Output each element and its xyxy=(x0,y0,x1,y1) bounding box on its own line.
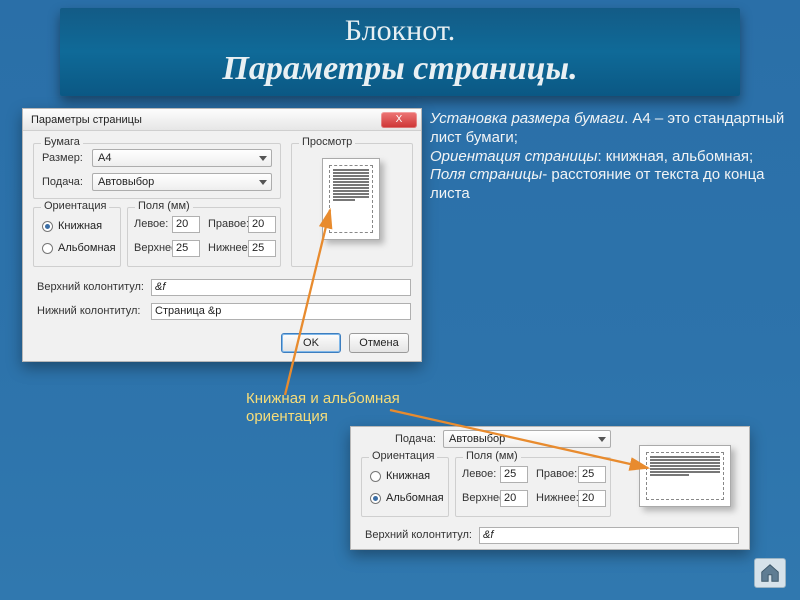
close-icon: X xyxy=(396,114,403,125)
orient-portrait-label-2: Книжная xyxy=(386,470,430,482)
orient-legend-1: Ориентация xyxy=(41,200,109,212)
footer-label-1: Нижний колонтитул: xyxy=(37,305,141,317)
feed-label: Подача: xyxy=(42,176,83,188)
left-input-1[interactable]: 20 xyxy=(172,216,200,233)
right-input-2[interactable]: 25 xyxy=(578,466,606,483)
orient-landscape-label-2: Альбомная xyxy=(386,492,444,504)
right-label-1: Правое: xyxy=(208,218,249,230)
preview-page-portrait xyxy=(322,158,380,240)
footer-input-1[interactable]: Страница &p xyxy=(151,303,411,320)
desc-2-em: Ориентация страницы xyxy=(430,148,597,165)
desc-2-rest: : книжная, альбомная; xyxy=(597,148,753,165)
preview-legend-1: Просмотр xyxy=(299,136,355,148)
orient-portrait-radio-1[interactable]: Книжная xyxy=(42,220,102,232)
size-label: Размер: xyxy=(42,152,83,164)
banner-title-2: Параметры страницы. xyxy=(60,49,740,88)
size-combo[interactable]: A4 xyxy=(92,149,272,167)
preview-inner-2 xyxy=(646,452,724,500)
top-input-2[interactable]: 20 xyxy=(500,490,528,507)
preview-page-landscape xyxy=(639,445,731,507)
orientation-group-1: Ориентация Книжная Альбомная xyxy=(33,207,121,267)
orient-portrait-label: Книжная xyxy=(58,220,102,232)
feed-value: Автовыбор xyxy=(98,176,154,188)
page-setup-dialog-1: Параметры страницы X Бумага Размер: A4 П… xyxy=(22,108,422,362)
paper-legend: Бумага xyxy=(41,136,83,148)
orient-landscape-radio-1[interactable]: Альбомная xyxy=(42,242,116,254)
ok-button[interactable]: OK xyxy=(281,333,341,353)
size-value: A4 xyxy=(98,152,111,164)
orientation-group-2: Ориентация Книжная Альбомная xyxy=(361,457,449,517)
preview-inner xyxy=(329,165,373,233)
page-setup-dialog-2: Подача: Автовыбор Ориентация Книжная Аль… xyxy=(350,426,750,550)
bottom-input-1[interactable]: 25 xyxy=(248,240,276,257)
radio-dot-icon xyxy=(42,243,53,254)
orient-landscape-radio-2[interactable]: Альбомная xyxy=(370,492,444,504)
banner-title-1: Блокнот. xyxy=(60,14,740,49)
orient-portrait-radio-2[interactable]: Книжная xyxy=(370,470,430,482)
dialog-title: Параметры страницы xyxy=(31,114,142,126)
home-icon xyxy=(759,562,781,584)
header-label-2: Верхний колонтитул: xyxy=(365,529,472,541)
anno-line-2: ориентация xyxy=(246,408,456,426)
orient-legend-2: Ориентация xyxy=(369,450,437,462)
radio-dot-icon xyxy=(42,221,53,232)
feed-label-2: Подача: xyxy=(395,433,436,445)
bottom-input-2[interactable]: 20 xyxy=(578,490,606,507)
margins-legend-1: Поля (мм) xyxy=(135,200,193,212)
header-label-1: Верхний колонтитул: xyxy=(37,281,144,293)
preview-group-1: Просмотр xyxy=(291,143,413,267)
close-button[interactable]: X xyxy=(381,112,417,128)
bottom-label-1: Нижнее: xyxy=(208,242,251,254)
right-label-2: Правое: xyxy=(536,468,577,480)
desc-1-em: Установка размера бумаги xyxy=(430,110,624,127)
left-label-1: Левое: xyxy=(134,218,168,230)
cancel-button[interactable]: Отмена xyxy=(349,333,409,353)
radio-dot-icon xyxy=(370,471,381,482)
paper-group: Бумага Размер: A4 Подача: Автовыбор xyxy=(33,143,281,199)
slide-title-banner: Блокнот. Параметры страницы. xyxy=(60,8,740,96)
margins-group-1: Поля (мм) Левое: 20 Правое: 20 Верхнее: … xyxy=(127,207,281,267)
desc-3-em: Поля страницы xyxy=(430,166,542,183)
orientation-annotation: Книжная и альбомная ориентация xyxy=(246,390,456,426)
margins-group-2: Поля (мм) Левое: 25 Правое: 25 Верхнее: … xyxy=(455,457,611,517)
right-input-1[interactable]: 20 xyxy=(248,216,276,233)
bottom-label-2: Нижнее: xyxy=(536,492,579,504)
anno-line-1: Книжная и альбомная xyxy=(246,390,456,408)
header-input-1[interactable]: &f xyxy=(151,279,411,296)
feed-combo[interactable]: Автовыбор xyxy=(92,173,272,191)
left-input-2[interactable]: 25 xyxy=(500,466,528,483)
radio-dot-icon xyxy=(370,493,381,504)
header-input-2[interactable]: &f xyxy=(479,527,739,544)
dialog-titlebar: Параметры страницы X xyxy=(23,109,421,131)
orient-landscape-label: Альбомная xyxy=(58,242,116,254)
top-input-1[interactable]: 25 xyxy=(172,240,200,257)
left-label-2: Левое: xyxy=(462,468,496,480)
margins-legend-2: Поля (мм) xyxy=(463,450,521,462)
description-text: Установка размера бумаги. А4 – это станд… xyxy=(430,110,800,204)
feed-combo-2[interactable]: Автовыбор xyxy=(443,430,611,448)
home-button[interactable] xyxy=(754,558,786,588)
